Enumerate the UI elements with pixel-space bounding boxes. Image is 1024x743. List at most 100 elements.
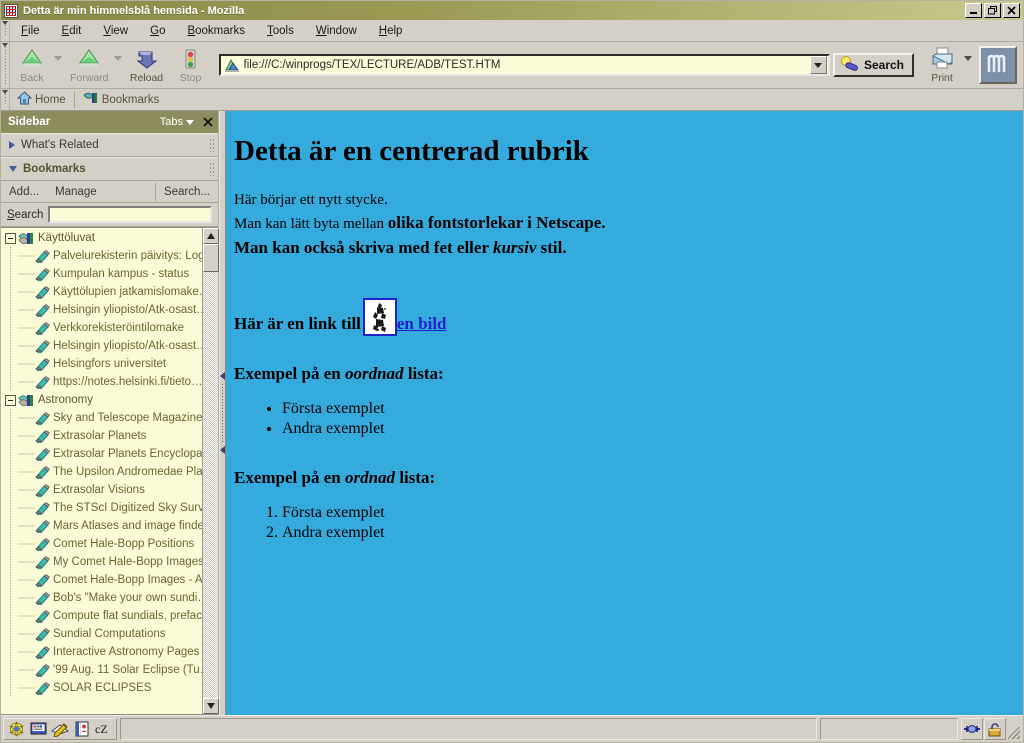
- list-item: Andra exemplet: [282, 420, 1007, 438]
- panel-gripper[interactable]: [209, 138, 214, 152]
- bookmark-icon: [35, 483, 50, 499]
- tree-bookmark-row[interactable]: Palvelurekisterin päivitys: Login: [1, 247, 202, 265]
- menu-window[interactable]: Window: [305, 22, 368, 40]
- menu-edit[interactable]: Edit: [51, 22, 93, 40]
- tree-item-label: Extrasolar Planets: [53, 430, 147, 442]
- tree-bookmark-row[interactable]: Extrasolar Planets Encyclopa…: [1, 445, 202, 463]
- print-dropdown-icon[interactable]: [964, 55, 972, 61]
- minimize-button[interactable]: [965, 3, 982, 18]
- tree-indent: [5, 373, 18, 391]
- tree-bookmark-row[interactable]: Interactive Astronomy Pages: [1, 643, 202, 661]
- url-dropdown-button[interactable]: [809, 56, 827, 74]
- svg-text:cZ: cZ: [95, 722, 108, 736]
- bookmarks-search-button[interactable]: Search...: [156, 185, 218, 199]
- bookmarks-tree-scrollbar[interactable]: [202, 228, 219, 714]
- search-button[interactable]: Search: [832, 53, 914, 77]
- menu-view[interactable]: View: [92, 22, 139, 40]
- tree-bookmark-row[interactable]: Sundial Computations: [1, 625, 202, 643]
- tree-bookmark-row[interactable]: The STScI Digitized Sky Survey: [1, 499, 202, 517]
- bookmarks-tree[interactable]: Käyttöluvat Palvelurekisterin päivitys: L…: [1, 228, 202, 714]
- tree-bookmark-row[interactable]: Käyttölupien jatkamislomake…: [1, 283, 202, 301]
- thumbnail-image[interactable]: [362, 297, 397, 336]
- chatzilla-icon[interactable]: cZ: [94, 720, 114, 738]
- menu-tools[interactable]: Tools: [256, 22, 305, 40]
- tree-bookmark-row[interactable]: Extrasolar Visions: [1, 481, 202, 499]
- mozilla-logo[interactable]: [979, 46, 1017, 84]
- close-button[interactable]: [1003, 3, 1020, 18]
- menubar-gripper[interactable]: [1, 20, 10, 41]
- composer-icon[interactable]: [28, 720, 48, 738]
- tree-bookmark-row[interactable]: Comet Hale-Bopp Positions: [1, 535, 202, 553]
- tree-expander-icon[interactable]: [5, 232, 16, 244]
- tree-bookmark-row[interactable]: https://notes.helsinki.fi/tieto…: [1, 373, 202, 391]
- tree-bookmark-row[interactable]: Bob's "Make your own sundi…: [1, 589, 202, 607]
- sidebar-panel-bookmarks[interactable]: Bookmarks: [1, 157, 218, 181]
- bookmark-icon: [35, 303, 50, 319]
- tree-connector: [18, 355, 35, 373]
- collapse-arrow-icon[interactable]: [220, 446, 225, 454]
- bookmarks-manage-button[interactable]: Manage: [47, 185, 105, 199]
- list-item: Andra exemplet: [282, 524, 1007, 542]
- tree-bookmark-row[interactable]: Comet Hale-Bopp Images - A…: [1, 571, 202, 589]
- navbar-gripper[interactable]: [1, 42, 10, 88]
- tree-bookmark-row[interactable]: My Comet Hale-Bopp Images: [1, 553, 202, 571]
- url-input[interactable]: file:///C:/winprogs/TEX/LECTURE/ADB/TEST…: [244, 59, 810, 71]
- bookmarks-search-input[interactable]: [48, 206, 212, 223]
- ordered-list-heading: Exempel på en ordnad lista:: [234, 468, 1007, 488]
- tree-bookmark-row[interactable]: Sky and Telescope Magazine…: [1, 409, 202, 427]
- menu-go[interactable]: Go: [139, 22, 176, 40]
- sidebar-tabs-menu[interactable]: Tabs: [160, 116, 194, 128]
- collapse-arrow-icon[interactable]: [220, 372, 225, 380]
- back-button[interactable]: Back: [10, 43, 54, 87]
- security-lock-icon[interactable]: [984, 718, 1006, 740]
- tree-folder-row[interactable]: Astronomy: [1, 391, 202, 409]
- restore-button[interactable]: [984, 3, 1001, 18]
- image-link[interactable]: en bild: [397, 314, 447, 334]
- personal-toolbar-gripper[interactable]: [1, 89, 10, 110]
- sidebar-close-button[interactable]: [203, 116, 213, 129]
- tree-bookmark-row[interactable]: Helsingin yliopisto/Atk-osast…: [1, 337, 202, 355]
- menu-file[interactable]: File: [10, 22, 51, 40]
- tree-bookmark-row[interactable]: Extrasolar Planets: [1, 427, 202, 445]
- paragraph-line-2-plain: Man kan lätt byta mellan: [234, 216, 388, 233]
- tree-bookmark-row[interactable]: Helsingin yliopisto/Atk-osast…: [1, 301, 202, 319]
- bookmark-icon: [35, 645, 50, 661]
- tree-bookmark-row[interactable]: Mars Atlases and image finders: [1, 517, 202, 535]
- mail-icon[interactable]: [50, 720, 70, 738]
- scrollbar-track[interactable]: [203, 272, 218, 698]
- tree-bookmark-row[interactable]: Verkkorekisteröintilomake: [1, 319, 202, 337]
- tree-connector: [18, 319, 35, 337]
- url-bar[interactable]: file:///C:/winprogs/TEX/LECTURE/ADB/TEST…: [218, 54, 830, 76]
- panel-gripper[interactable]: [209, 162, 214, 176]
- scroll-down-button[interactable]: [203, 698, 219, 714]
- stop-button[interactable]: Stop: [169, 43, 213, 87]
- sidebar-splitter[interactable]: [219, 111, 226, 715]
- scrollbar-thumb[interactable]: [203, 244, 219, 272]
- bookmark-icon: [35, 429, 50, 445]
- bookmarks-add-button[interactable]: Add...: [1, 185, 47, 199]
- tree-bookmark-row[interactable]: Helsingfors universitet: [1, 355, 202, 373]
- online-status-icon[interactable]: [961, 718, 983, 740]
- forward-button[interactable]: Forward: [65, 43, 114, 87]
- menu-bookmarks[interactable]: Bookmarks: [176, 22, 256, 40]
- home-button[interactable]: Home: [10, 90, 73, 109]
- bookmarks-folder-button[interactable]: Bookmarks: [76, 90, 167, 109]
- tree-bookmark-row[interactable]: Compute flat sundials, preface: [1, 607, 202, 625]
- sidebar-panel-whats-related[interactable]: What's Related: [1, 133, 218, 157]
- reload-button[interactable]: Reload: [125, 43, 169, 87]
- print-button[interactable]: Print: [920, 43, 964, 87]
- back-dropdown-icon[interactable]: [54, 55, 62, 61]
- scroll-up-button[interactable]: [203, 228, 219, 244]
- tree-expander-icon[interactable]: [5, 394, 16, 406]
- navigator-icon[interactable]: [6, 720, 26, 738]
- tree-folder-row[interactable]: Käyttöluvat: [1, 229, 202, 247]
- forward-dropdown-icon[interactable]: [113, 55, 122, 61]
- menu-help[interactable]: Help: [368, 22, 414, 40]
- resize-grip[interactable]: [1007, 718, 1021, 740]
- tree-bookmark-row[interactable]: Kumpulan kampus - status: [1, 265, 202, 283]
- tree-bookmark-row[interactable]: SOLAR ECLIPSES: [1, 679, 202, 697]
- tree-item-label: Compute flat sundials, preface: [53, 610, 202, 622]
- addressbook-icon[interactable]: [72, 720, 92, 738]
- tree-bookmark-row[interactable]: '99 Aug. 11 Solar Eclipse (Tu…: [1, 661, 202, 679]
- tree-bookmark-row[interactable]: The Upsilon Andromedae Pla…: [1, 463, 202, 481]
